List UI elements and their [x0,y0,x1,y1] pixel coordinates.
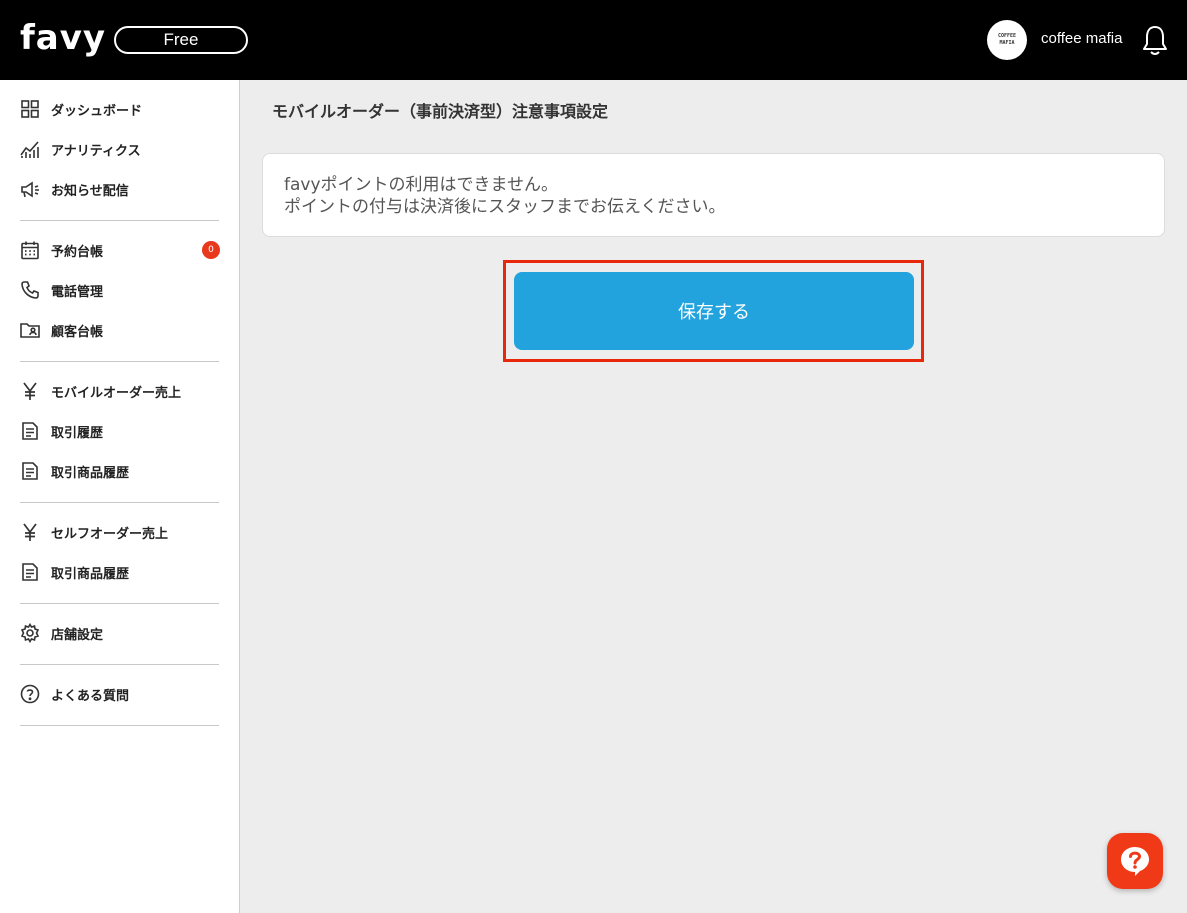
sidebar-divider [20,220,219,221]
page-title: モバイルオーダー（事前決済型）注意事項設定 [272,102,609,121]
reservation-count-badge: 0 [202,241,220,259]
sidebar-item-label: 電話管理 [51,284,104,300]
store-avatar[interactable]: COFFEE MAFIA [987,20,1027,60]
document-icon [18,560,42,584]
sidebar-item-self-order-product-history[interactable]: 取引商品履歴 [18,557,224,587]
sidebar-divider [20,502,219,503]
sidebar-item-faq[interactable]: よくある質問 [18,679,224,709]
avatar-line: COFFEE [997,33,1017,39]
dashboard-icon [18,97,42,121]
sidebar-item-analytics[interactable]: アナリティクス [18,134,224,164]
bell-icon[interactable] [1140,24,1170,58]
sidebar-item-reservations[interactable]: 予約台帳 0 [18,235,224,265]
sidebar-item-label: 取引商品履歴 [51,465,130,481]
sidebar-item-label: 顧客台帳 [51,324,104,340]
megaphone-icon [18,177,42,201]
sidebar-divider [20,603,219,604]
sidebar-item-label: 取引商品履歴 [51,566,130,582]
save-button[interactable]: 保存する [514,272,914,350]
sidebar-item-label: よくある質問 [51,688,130,704]
sidebar-item-customers[interactable]: 顧客台帳 [18,315,224,345]
sidebar-item-notifications[interactable]: お知らせ配信 [18,174,224,204]
yen-icon [18,379,42,403]
sidebar-item-mobile-order-sales[interactable]: モバイルオーダー売上 [18,376,224,406]
yen-icon [18,520,42,544]
notice-line: favyポイントの利用はできません。 [284,175,559,195]
notice-line: ポイントの付与は決済後にスタッフまでお伝えください。 [284,197,726,217]
sidebar-item-store-settings[interactable]: 店舗設定 [18,618,224,648]
help-icon [1121,847,1149,876]
notice-preview-card: favyポイントの利用はできません。 ポイントの付与は決済後にスタッフまでお伝え… [262,153,1165,237]
sidebar-item-label: 取引履歴 [51,425,104,441]
help-chat-button[interactable] [1107,833,1163,889]
favy-logo[interactable]: favy [20,18,106,58]
sidebar-item-phone[interactable]: 電話管理 [18,275,224,305]
question-icon [18,682,42,706]
top-header: favy Free COFFEE MAFIA coffee mafia [0,0,1187,80]
sidebar-item-transaction-history[interactable]: 取引履歴 [18,416,224,446]
sidebar: ダッシュボード アナリティクス お知らせ配信 予約台帳 0 電話管理 顧客台帳 [0,80,240,913]
avatar-line: MAFIA [999,40,1015,46]
plan-badge: Free [114,26,248,54]
sidebar-item-label: 店舗設定 [51,627,104,643]
sidebar-divider [20,725,219,726]
sidebar-item-dashboard[interactable]: ダッシュボード [18,94,224,124]
gear-icon [18,621,42,645]
sidebar-item-label: アナリティクス [51,143,141,159]
sidebar-item-label: セルフオーダー売上 [51,526,169,542]
sidebar-item-transaction-product-history[interactable]: 取引商品履歴 [18,456,224,486]
sidebar-divider [20,664,219,665]
sidebar-divider [20,361,219,362]
analytics-icon [18,137,42,161]
document-icon [18,419,42,443]
sidebar-item-label: モバイルオーダー売上 [51,385,182,401]
sidebar-item-label: ダッシュボード [51,103,143,119]
sidebar-item-label: お知らせ配信 [51,183,129,199]
store-name[interactable]: coffee mafia [1041,30,1122,48]
sidebar-item-label: 予約台帳 [51,244,104,260]
customer-folder-icon [18,318,42,342]
sidebar-item-self-order-sales[interactable]: セルフオーダー売上 [18,517,224,547]
calendar-icon [18,238,42,262]
document-icon [18,459,42,483]
phone-icon [18,278,42,302]
